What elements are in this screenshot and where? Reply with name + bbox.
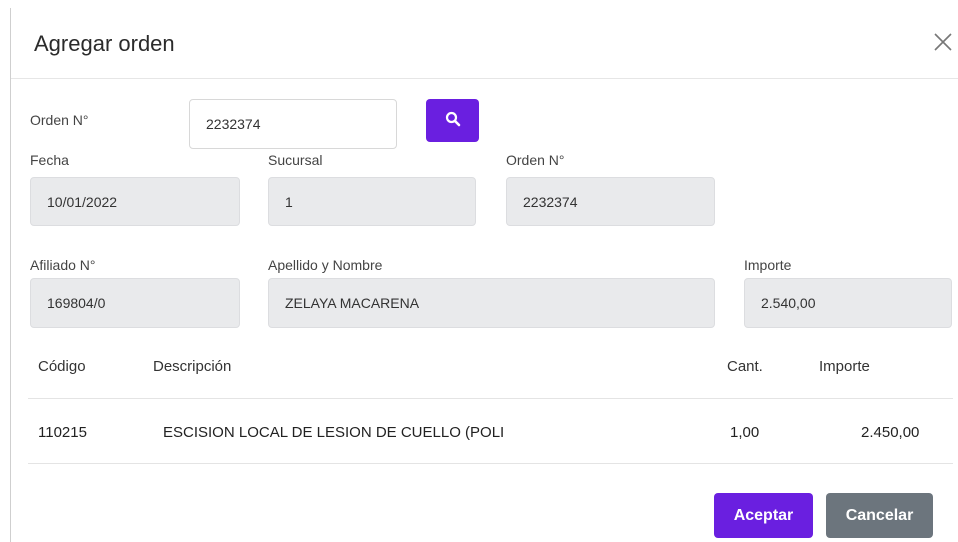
date-field: 10/01/2022 [30, 177, 240, 226]
order-number-input[interactable] [189, 99, 397, 149]
column-header-code: Código [38, 358, 86, 375]
amount-label: Importe [744, 257, 792, 273]
column-header-description: Descripción [153, 358, 232, 375]
order-field: 2232374 [506, 177, 715, 226]
dialog-header: Agregar orden [11, 8, 958, 79]
name-field: ZELAYA MACARENA [268, 278, 715, 328]
branch-label: Sucursal [268, 152, 323, 168]
name-label: Apellido y Nombre [268, 257, 383, 273]
column-header-quantity: Cant. [727, 358, 763, 375]
date-label: Fecha [30, 152, 69, 168]
cell-description: ESCISION LOCAL DE LESION DE CUELLO (POLI [163, 424, 505, 441]
amount-field: 2.540,00 [744, 278, 952, 328]
cell-code: 110215 [38, 424, 87, 441]
table-row-divider [28, 463, 953, 464]
background-top-strip [10, 0, 958, 8]
cancel-button[interactable]: Cancelar [826, 493, 933, 538]
column-header-amount: Importe [819, 358, 870, 375]
search-icon [445, 111, 461, 130]
cell-amount: 2.450,00 [861, 424, 920, 441]
affiliate-field: 169804/0 [30, 278, 240, 328]
affiliate-label: Afiliado N° [30, 257, 96, 273]
close-icon[interactable] [931, 30, 955, 54]
add-order-dialog: Agregar orden Orden N° Fecha 10/01/2022 … [11, 8, 958, 542]
branch-field: 1 [268, 177, 476, 226]
dialog-title: Agregar orden [34, 31, 175, 56]
search-button[interactable] [426, 99, 479, 142]
order-number-label: Orden N° [30, 112, 89, 128]
accept-button[interactable]: Aceptar [714, 493, 813, 538]
table-header-divider [28, 398, 953, 399]
background-window-edge [0, 0, 11, 542]
cell-quantity: 1,00 [730, 424, 760, 441]
order-label: Orden N° [506, 152, 565, 168]
